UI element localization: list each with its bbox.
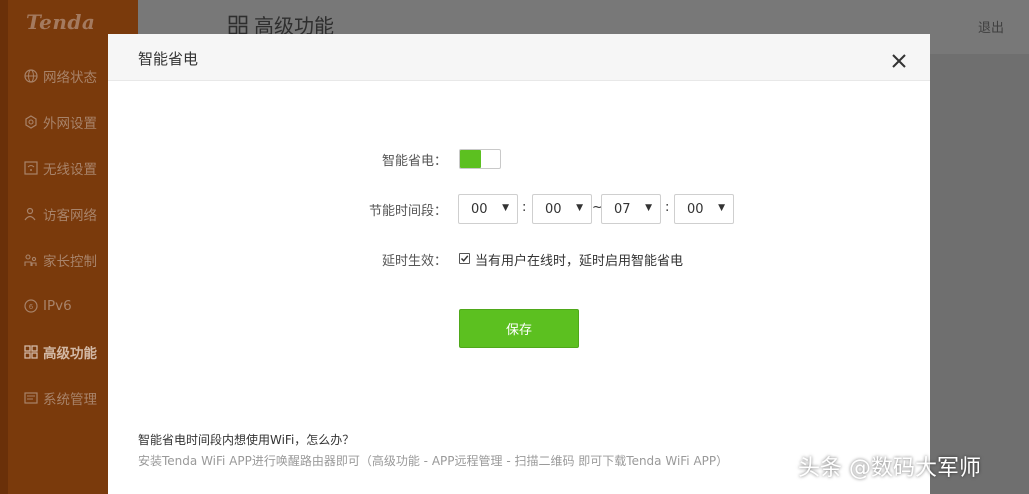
start-minute-value: 00: [545, 202, 562, 217]
svg-text:6: 6: [29, 303, 34, 311]
sidebar-item-label: 网络状态: [43, 70, 97, 86]
sidebar-item-advanced[interactable]: 高级功能: [24, 341, 97, 363]
faq-question: 智能省电时间段内想使用WiFi，怎么办？: [138, 433, 355, 447]
dropdown-arrow-icon: ▼: [502, 203, 509, 213]
end-minute-select[interactable]: 00 ▼: [674, 194, 734, 224]
toggle-on-indicator: [460, 150, 481, 168]
sidebar-item-label: IPv6: [43, 298, 72, 314]
sidebar-item-wan-settings[interactable]: 外网设置: [24, 111, 97, 133]
sidebar-item-label: 无线设置: [43, 162, 97, 178]
dialog-header: 智能省电: [108, 34, 930, 81]
sidebar-item-label: 访客网络: [43, 208, 97, 224]
checkmark-icon: [460, 255, 469, 262]
gear-icon: [25, 115, 37, 129]
wifi-icon: [24, 161, 38, 175]
guest-user-icon: [24, 207, 36, 221]
sidebar-item-guest-network[interactable]: 访客网络: [24, 203, 97, 225]
dropdown-arrow-icon: ▼: [645, 203, 652, 213]
parent-control-icon: [24, 254, 37, 266]
sidebar-item-parental-control[interactable]: 家长控制: [24, 249, 97, 271]
time-colon: :: [522, 200, 527, 215]
power-saving-toggle[interactable]: [459, 149, 501, 169]
delay-label: 延时生效：: [381, 254, 447, 269]
end-minute-value: 00: [687, 202, 704, 217]
tenda-logo: Tenda: [26, 10, 96, 34]
time-period-label: 节能时间段：: [368, 204, 447, 219]
close-icon: [892, 54, 906, 68]
sidebar-item-wireless-settings[interactable]: 无线设置: [24, 157, 97, 179]
start-minute-select[interactable]: 00 ▼: [532, 194, 592, 224]
faq-answer: 安装Tenda WiFi APP进行唤醒路由器即可（高级功能 - APP远程管理…: [138, 454, 729, 468]
sidebar-edge: [0, 0, 8, 494]
sidebar-item-ipv6[interactable]: 6 IPv6: [24, 295, 72, 317]
time-colon: :: [665, 200, 670, 215]
delay-checkbox[interactable]: [459, 253, 470, 264]
power-saving-dialog: 智能省电 智能省电： 节能时间段： 00 ▼ : 00 ▼ ~ 07 ▼ : 0…: [108, 34, 930, 494]
power-saving-label: 智能省电：: [381, 154, 447, 169]
system-icon: [24, 392, 38, 404]
dialog-title: 智能省电: [138, 50, 199, 68]
sidebar-item-network-status[interactable]: 网络状态: [24, 65, 97, 87]
save-button[interactable]: 保存: [459, 309, 579, 348]
start-hour-select[interactable]: 00 ▼: [458, 194, 518, 224]
grid-icon: [24, 345, 38, 359]
sidebar-item-system-management[interactable]: 系统管理: [24, 387, 97, 409]
close-button[interactable]: [888, 50, 910, 72]
delay-option-text: 当有用户在线时，延时启用智能省电: [475, 254, 684, 269]
end-hour-value: 07: [614, 202, 631, 217]
grid-icon: [228, 15, 248, 34]
dropdown-arrow-icon: ▼: [576, 203, 583, 213]
start-hour-value: 00: [471, 202, 488, 217]
globe-icon: [24, 69, 38, 83]
ipv6-icon: 6: [24, 299, 38, 313]
sidebar-item-label: 外网设置: [43, 116, 97, 132]
watermark: 头条 @数码大军师: [798, 456, 981, 481]
sidebar-item-label: 家长控制: [43, 254, 97, 270]
logout-link[interactable]: 退出: [978, 17, 1004, 36]
sidebar-item-label: 系统管理: [43, 392, 97, 408]
dropdown-arrow-icon: ▼: [718, 203, 725, 213]
end-hour-select[interactable]: 07 ▼: [601, 194, 661, 224]
sidebar-item-label: 高级功能: [43, 346, 97, 362]
